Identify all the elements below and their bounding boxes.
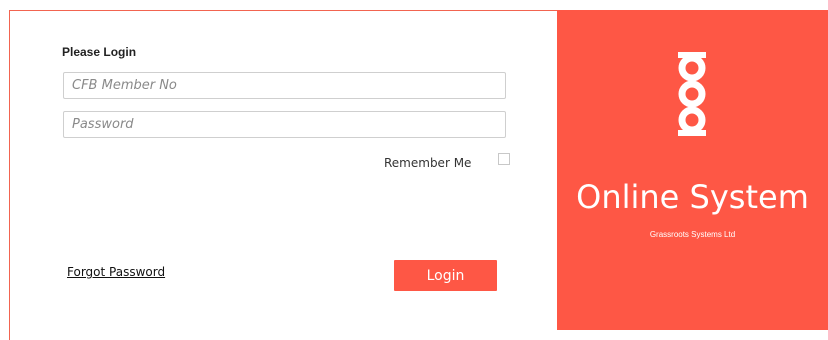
brand-panel: Online System Grassroots Systems Ltd <box>557 10 828 330</box>
remember-me-label: Remember Me <box>384 156 472 170</box>
login-title: Please Login <box>62 45 137 59</box>
login-button[interactable]: Login <box>394 260 497 291</box>
password-input[interactable] <box>63 111 506 138</box>
remember-me-checkbox[interactable] <box>498 153 510 165</box>
forgot-password-link[interactable]: Forgot Password <box>67 265 165 279</box>
login-card: Please Login Remember Me Forgot Password… <box>9 10 557 340</box>
chain-link-logo-icon <box>678 52 706 136</box>
brand-title: Online System <box>576 178 809 216</box>
member-number-input[interactable] <box>63 72 506 99</box>
brand-subtitle: Grassroots Systems Ltd <box>649 230 736 239</box>
